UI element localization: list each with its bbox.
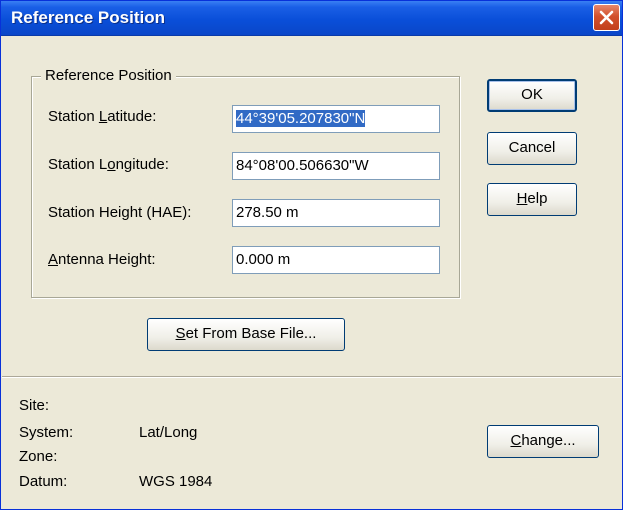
system-label: System: <box>19 424 74 441</box>
datum-value: WGS 1984 <box>139 473 213 490</box>
set-from-base-file-button[interactable]: Set From Base File... <box>147 318 345 351</box>
site-label: Site: <box>19 397 50 414</box>
datum-label: Datum: <box>19 473 68 490</box>
dialog-window: Reference Position Reference Position St… <box>0 0 623 510</box>
title-bar[interactable]: Reference Position <box>1 1 622 36</box>
antenna-height-label: Antenna Height: <box>48 251 156 268</box>
station-latitude-field[interactable]: 44°39'05.207830"N <box>232 105 440 133</box>
help-button[interactable]: Help <box>487 183 577 216</box>
zone-label: Zone: <box>19 448 58 465</box>
station-longitude-label: Station Longitude: <box>48 156 169 173</box>
change-button[interactable]: Change... <box>487 425 599 458</box>
station-height-label: Station Height (HAE): <box>48 204 192 221</box>
group-label: Reference Position <box>41 67 176 84</box>
separator <box>2 376 621 378</box>
close-button[interactable] <box>593 4 620 31</box>
ok-button[interactable]: OK <box>487 79 577 112</box>
antenna-height-field[interactable]: 0.000 m <box>232 246 440 274</box>
cancel-button[interactable]: Cancel <box>487 132 577 165</box>
close-icon <box>599 10 614 25</box>
station-longitude-field[interactable]: 84°08'00.506630"W <box>232 152 440 180</box>
station-height-field[interactable]: 278.50 m <box>232 199 440 227</box>
system-value: Lat/Long <box>139 424 198 441</box>
station-latitude-label: Station Latitude: <box>48 108 157 125</box>
window-title: Reference Position <box>11 8 165 27</box>
